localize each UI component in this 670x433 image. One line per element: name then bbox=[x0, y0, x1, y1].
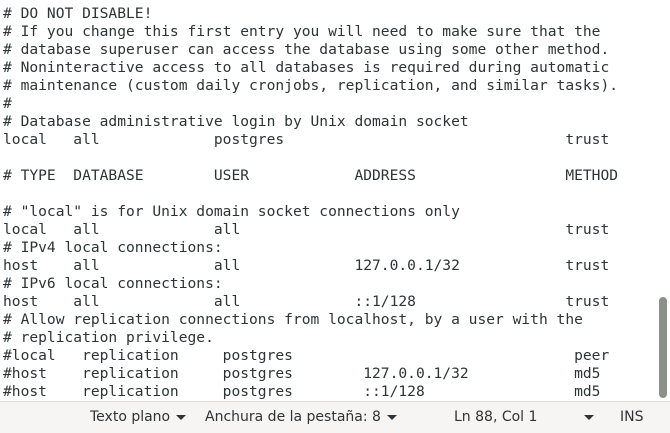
insert-mode-indicator: INS bbox=[620, 402, 644, 432]
status-bar: Texto plano Anchura de la pestaña: 8 Ln … bbox=[0, 401, 670, 433]
cursor-position-label: Ln 88, Col 1 bbox=[454, 409, 538, 425]
editor-line: # IPv6 local connections: bbox=[3, 275, 223, 292]
editor-line: #host replication postgres 127.0.0.1/32 … bbox=[3, 365, 601, 382]
text-content[interactable]: # DO NOT DISABLE! # If you change this fi… bbox=[3, 5, 618, 401]
editor-line: # maintenance (custom daily cronjobs, re… bbox=[3, 77, 619, 94]
editor-line: # Database administrative login by Unix … bbox=[3, 113, 469, 130]
insert-mode-label: INS bbox=[620, 409, 644, 425]
editor-line: # IPv4 local connections: bbox=[3, 239, 223, 256]
editor-line: # "local" is for Unix domain socket conn… bbox=[3, 203, 460, 220]
editor-line: #local replication postgres peer bbox=[3, 347, 610, 364]
cursor-position-button[interactable]: Ln 88, Col 1 bbox=[454, 402, 537, 432]
editor-line: # Noninteractive access to all databases… bbox=[3, 59, 610, 76]
editor-line: # DO NOT DISABLE! bbox=[3, 5, 153, 22]
tab-width-menu[interactable]: Anchura de la pestaña: 8 bbox=[205, 402, 397, 432]
editor-line: # If you change this first entry you wil… bbox=[3, 23, 601, 40]
syntax-language-menu[interactable]: Texto plano bbox=[90, 402, 187, 432]
editor-line: # Allow replication connections from loc… bbox=[3, 311, 583, 328]
chevron-down-icon bbox=[176, 414, 187, 420]
editor-line: local all all trust bbox=[3, 221, 610, 238]
vertical-scrollbar[interactable] bbox=[654, 0, 670, 401]
editor-line: host all all ::1/128 trust bbox=[3, 293, 610, 310]
editor-line: local all postgres trust bbox=[3, 131, 610, 148]
text-editor-window: # DO NOT DISABLE! # If you change this fi… bbox=[0, 0, 670, 433]
tab-width-label: Anchura de la pestaña: 8 bbox=[205, 409, 381, 425]
chevron-down-icon bbox=[386, 414, 397, 420]
cursor-position-menu[interactable] bbox=[578, 402, 594, 432]
editor-line: # TYPE DATABASE USER ADDRESS METHOD bbox=[3, 167, 619, 184]
editor-line: # bbox=[3, 95, 12, 112]
editor-line: #host replication postgres ::1/128 md5 bbox=[3, 383, 601, 400]
editor-line: # replication privilege. bbox=[3, 329, 214, 346]
editor-line: # database superuser can access the data… bbox=[3, 41, 610, 58]
scrollbar-thumb[interactable] bbox=[659, 297, 667, 398]
chevron-down-icon bbox=[584, 414, 594, 420]
syntax-language-label: Texto plano bbox=[90, 409, 171, 425]
editor-line: host all all 127.0.0.1/32 trust bbox=[3, 257, 610, 274]
text-editor[interactable]: # DO NOT DISABLE! # If you change this fi… bbox=[0, 0, 650, 401]
